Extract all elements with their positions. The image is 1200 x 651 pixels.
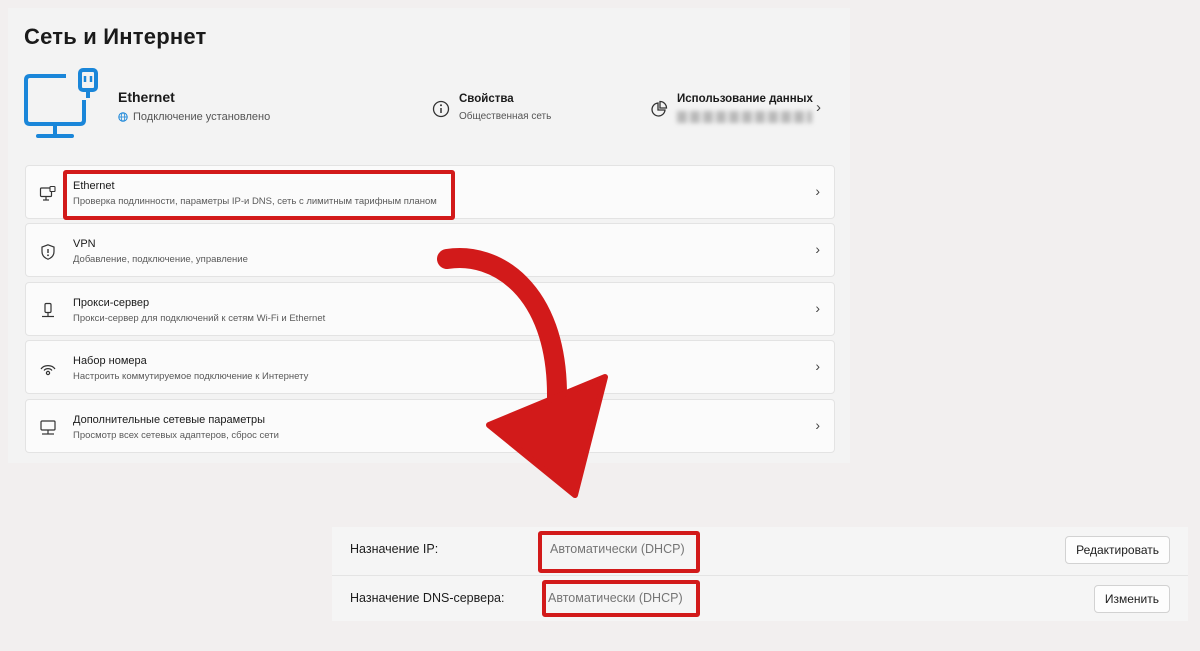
proxy-server-icon [42,302,54,318]
chevron-right-icon: › [815,300,820,316]
row-title: VPN [73,238,96,250]
connection-status: Подключение установлено [118,111,270,123]
row-title: Прокси-сервер [73,297,150,309]
red-arrow-icon [437,248,608,498]
ip-assignment-row: Назначение IP: Автоматически (DHCP) Реда… [332,527,1188,572]
dns-value-highlight-box [542,580,700,617]
chevron-right-icon[interactable]: › [816,99,821,116]
dns-assignment-label: Назначение DNS-сервера: [350,591,505,605]
connection-status-text: Подключение установлено [133,111,271,123]
row-description: Настроить коммутируемое подключение к Ин… [73,371,309,382]
ip-value-highlight-box [538,531,700,573]
chevron-right-icon: › [815,241,820,257]
dialup-icon [40,365,56,376]
ip-settings-panel: Назначение IP: Автоматически (DHCP) Реда… [332,527,1188,621]
row-description: Просмотр всех сетевых адаптеров, сброс с… [73,430,279,441]
ethernet-highlight-box [63,170,455,220]
globe-icon [118,112,128,122]
info-icon [432,100,450,118]
edit-dns-button[interactable]: Изменить [1093,585,1170,613]
ethernet-monitor-icon [39,185,56,201]
chevron-right-icon: › [815,417,820,433]
network-profile: Общественная сеть [459,111,552,122]
edit-ip-button[interactable]: Редактировать [1065,536,1170,564]
row-title: Набор номера [73,355,147,367]
chevron-right-icon: › [815,183,820,199]
ethernet-monitor-icon [24,68,98,138]
network-adapter-icon [40,420,56,435]
row-description: Прокси-сервер для подключений к сетям Wi… [73,313,326,324]
chevron-right-icon: › [815,358,820,374]
row-title: Дополнительные сетевые параметры [73,414,266,426]
connection-name: Ethernet [118,89,175,105]
pie-chart-icon [651,100,668,117]
data-usage-link[interactable]: Использование данных [677,93,813,105]
blurred-data-usage-value [677,111,812,123]
row-description: Добавление, подключение, управление [73,254,248,265]
ip-assignment-label: Назначение IP: [350,542,439,556]
shield-icon [41,244,55,260]
dns-assignment-row: Назначение DNS-сервера: Автоматически (D… [332,575,1188,621]
properties-link[interactable]: Свойства [459,93,514,105]
page-title: Сеть и Интернет [24,24,207,49]
